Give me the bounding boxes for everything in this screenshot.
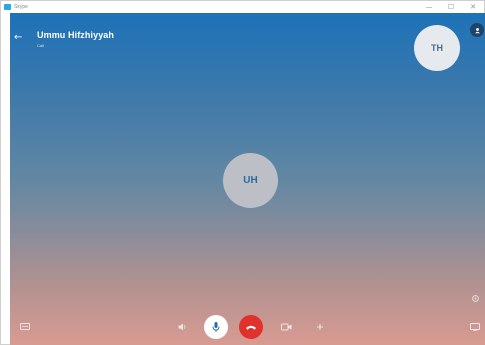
hang-up-button[interactable]: [239, 315, 263, 339]
skype-call-window: Skype — ☐ ✕ ← Ummu Hifzhiyyah Call TH UH: [0, 0, 485, 345]
screen-icon: [470, 323, 480, 331]
chat-button[interactable]: [19, 322, 31, 332]
video-camera-icon: [280, 323, 291, 331]
share-screen-button[interactable]: [469, 322, 481, 332]
add-participant-button[interactable]: [314, 322, 326, 332]
call-stage: ← Ummu Hifzhiyyah Call TH UH: [10, 13, 485, 345]
plus-icon: [317, 324, 323, 330]
participants-button[interactable]: [470, 23, 484, 37]
close-button[interactable]: ✕: [462, 1, 484, 13]
remote-avatar: UH: [223, 153, 278, 208]
volume-button[interactable]: [176, 322, 188, 332]
back-arrow-icon[interactable]: ←: [14, 32, 22, 43]
video-button[interactable]: [280, 322, 292, 332]
gear-icon: [471, 294, 479, 302]
self-avatar[interactable]: TH: [414, 25, 460, 71]
remote-initials: UH: [243, 175, 258, 186]
speaker-icon: [178, 323, 185, 331]
callee-name: Ummu Hifzhiyyah: [37, 30, 115, 40]
minimize-button[interactable]: —: [418, 1, 440, 13]
microphone-icon: [212, 322, 220, 332]
mute-button[interactable]: [204, 315, 228, 339]
skype-logo-icon: [4, 4, 11, 10]
participants-icon: [474, 27, 480, 33]
chat-icon: [20, 323, 30, 330]
call-status: Call: [37, 43, 44, 48]
title-bar: Skype — ☐ ✕: [1, 1, 484, 13]
settings-button[interactable]: [470, 293, 480, 303]
window-title: Skype: [14, 4, 28, 10]
maximize-button[interactable]: ☐: [440, 1, 462, 13]
self-initials: TH: [431, 43, 443, 53]
hang-up-icon: [246, 325, 256, 330]
window-controls: — ☐ ✕: [418, 1, 484, 13]
